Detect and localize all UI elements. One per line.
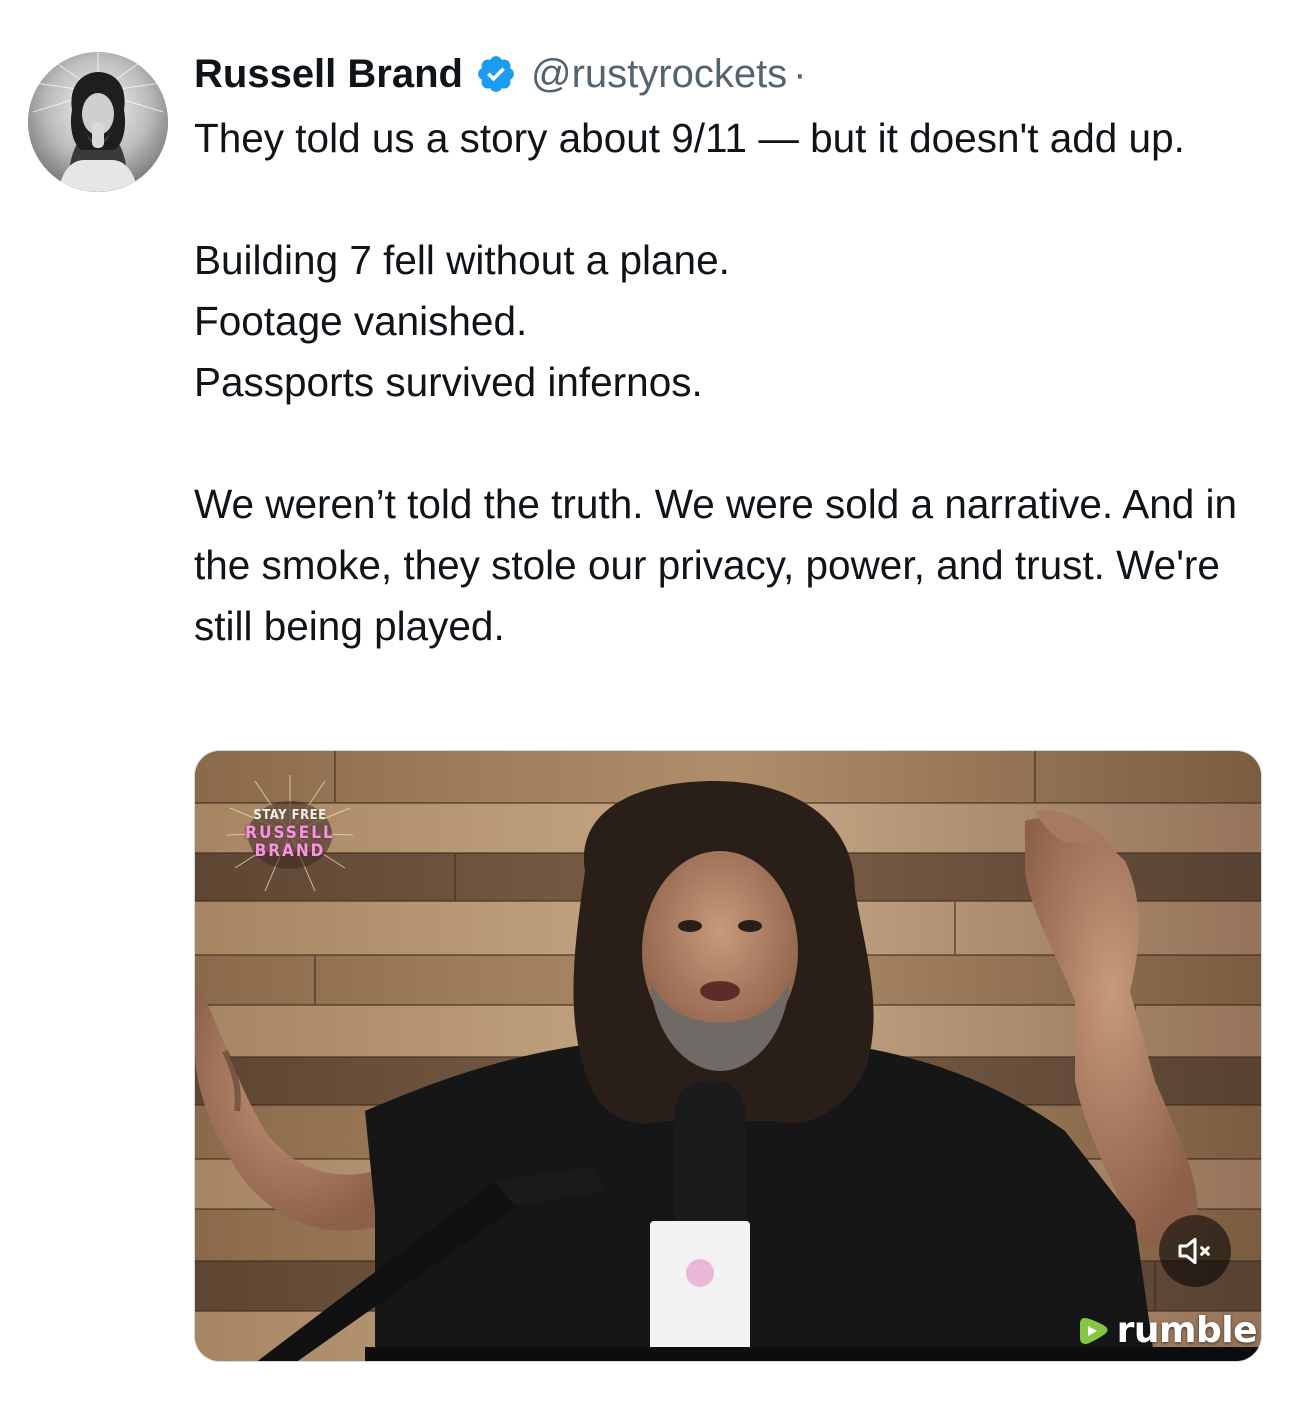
tweet-line: Footage vanished. — [194, 298, 528, 344]
video-frame — [195, 751, 1261, 1361]
watermark-line-stay-free: STAY FREE — [253, 808, 327, 823]
video-player[interactable]: STAY FREE RUSSELL BRAND rumble — [194, 750, 1262, 1362]
rumble-wordmark: rumble — [1116, 1310, 1258, 1351]
header-separator: · — [793, 51, 807, 96]
tweet-paragraph-2: Building 7 fell without a plane. Footage… — [194, 230, 1264, 413]
author-handle[interactable]: @rustyrockets — [531, 52, 787, 97]
tweet-body: They told us a story about 9/11 — but it… — [194, 108, 1264, 657]
watermark-line-brand: BRAND — [254, 841, 326, 861]
tweet-line: We weren’t told the truth. We were sold … — [194, 481, 1238, 649]
author-display-name[interactable]: Russell Brand — [194, 52, 463, 97]
tweet-paragraph-1: They told us a story about 9/11 — but it… — [194, 108, 1264, 169]
tweet-line: Passports survived infernos. — [194, 359, 703, 405]
tweet-header: Russell Brand @rustyrockets · — [194, 50, 807, 98]
tweet-line: Building 7 fell without a plane. — [194, 237, 730, 283]
mute-toggle-button[interactable] — [1159, 1215, 1231, 1287]
rumble-logo: rumble — [1077, 1310, 1258, 1351]
author-avatar[interactable] — [28, 52, 168, 192]
speaker-muted-icon — [1178, 1237, 1210, 1265]
stay-free-watermark: STAY FREE RUSSELL BRAND — [225, 773, 355, 893]
tweet-paragraph-3: We weren’t told the truth. We were sold … — [194, 474, 1264, 657]
watermark-line-russell: RUSSELL — [245, 823, 335, 843]
rumble-play-icon — [1079, 1317, 1108, 1344]
verified-badge-icon — [478, 56, 514, 92]
tweet-line: They told us a story about 9/11 — but it… — [194, 115, 1185, 161]
